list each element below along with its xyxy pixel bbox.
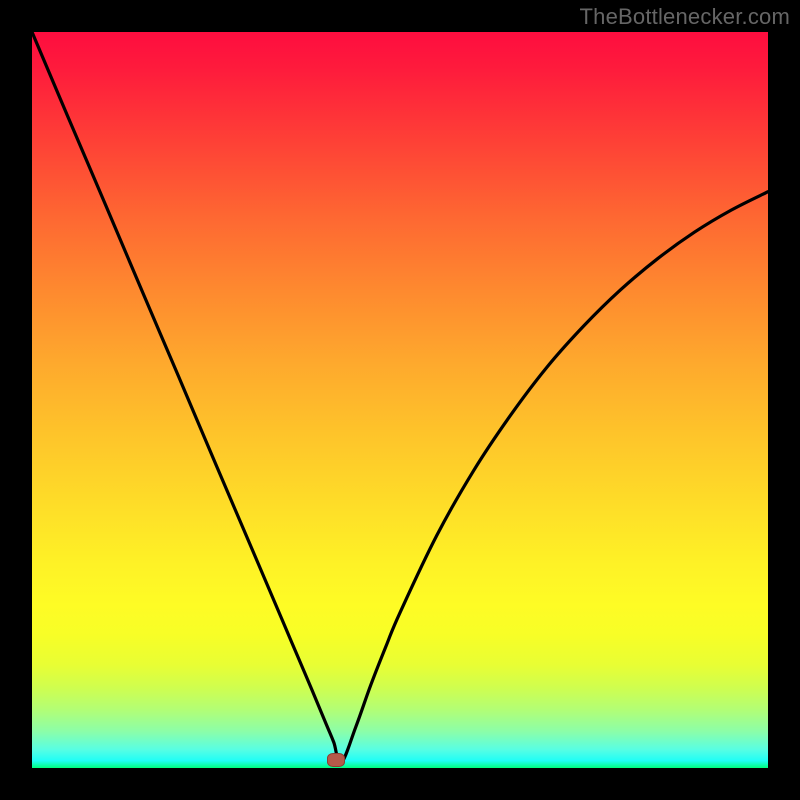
bottleneck-curve xyxy=(32,32,768,763)
chart-stage: TheBottlenecker.com xyxy=(0,0,800,800)
plot-area xyxy=(32,32,768,768)
curve-svg xyxy=(32,32,768,768)
optimal-point-marker xyxy=(327,753,345,767)
watermark-label: TheBottlenecker.com xyxy=(580,4,790,30)
